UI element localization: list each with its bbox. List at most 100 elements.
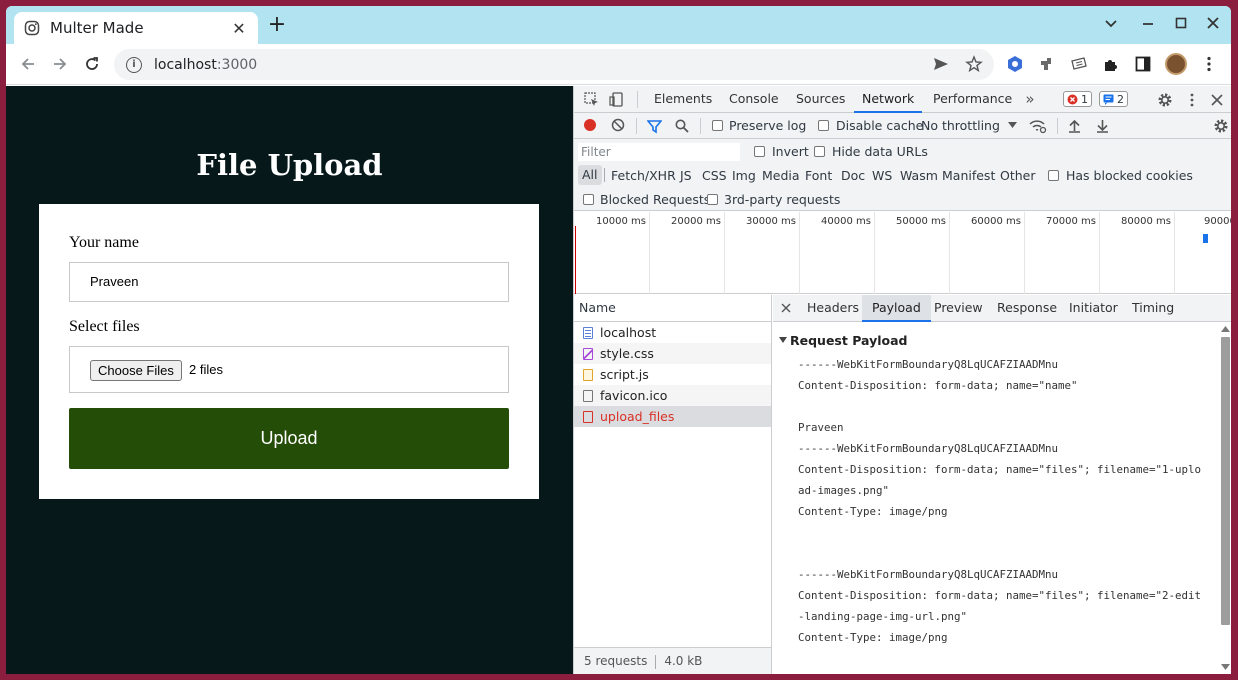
close-detail-icon[interactable] [780, 302, 792, 314]
maximize-icon[interactable] [1172, 16, 1190, 34]
tab-preview[interactable]: Preview [934, 295, 983, 322]
third-party-checkbox[interactable] [707, 194, 718, 205]
hide-data-urls-checkbox[interactable] [814, 146, 825, 157]
send-icon[interactable] [932, 55, 950, 77]
filter-type-other[interactable]: Other [1000, 168, 1036, 183]
avatar[interactable] [1165, 53, 1187, 75]
tick-line [1174, 212, 1175, 294]
chevron-down-icon[interactable] [1102, 16, 1120, 34]
filter-type-css[interactable]: CSS [702, 168, 727, 183]
divider [700, 118, 701, 134]
info-icon[interactable]: i [126, 56, 142, 73]
error-count: 1 [1081, 92, 1088, 106]
device-toolbar-icon[interactable] [608, 91, 624, 107]
inspect-element-icon[interactable] [583, 91, 599, 107]
back-icon[interactable] [17, 53, 39, 75]
filter-type-media[interactable]: Media [762, 168, 800, 183]
network-settings-icon[interactable] [1212, 117, 1229, 134]
bookmark-star-icon[interactable] [965, 55, 983, 77]
tick-label: 40000 ms [821, 216, 871, 227]
preserve-log-checkbox[interactable] [712, 120, 723, 131]
request-row-style-css[interactable]: style.css [574, 343, 771, 364]
request-row-script-js[interactable]: script.js [574, 364, 771, 385]
import-har-icon[interactable] [1067, 118, 1081, 134]
tab-sources[interactable]: Sources [796, 86, 845, 113]
tick-label: 90000 [1204, 216, 1231, 227]
payload-line: Praveen [798, 421, 844, 434]
tab-response[interactable]: Response [997, 295, 1057, 322]
request-row-upload-files[interactable]: upload_files [574, 406, 771, 427]
kebab-menu-icon[interactable] [1199, 54, 1219, 74]
filter-type-ws[interactable]: WS [872, 168, 892, 183]
tab-performance[interactable]: Performance [933, 86, 1012, 113]
close-icon[interactable]: ✕ [230, 19, 248, 38]
timeline-overview[interactable]: 10000 ms 20000 ms 30000 ms 40000 ms 5000… [574, 212, 1231, 294]
triangle-down-icon[interactable] [779, 336, 787, 344]
filter-type-img[interactable]: Img [732, 168, 756, 183]
settings-gear-icon[interactable] [1156, 91, 1173, 108]
timeline-start-marker [575, 226, 576, 294]
filter-type-wasm[interactable]: Wasm [900, 168, 938, 183]
tab-headers[interactable]: Headers [807, 295, 859, 322]
files-label: Select files [69, 318, 140, 335]
filter-type-all[interactable]: All [578, 165, 602, 185]
minimize-icon[interactable] [1139, 16, 1157, 34]
filter-type-font[interactable]: Font [805, 168, 832, 183]
filter-input[interactable]: Filter [578, 143, 740, 161]
close-window-icon[interactable] [1204, 16, 1222, 34]
new-tab-icon[interactable]: + [266, 14, 288, 36]
tab-console[interactable]: Console [729, 86, 779, 113]
forward-icon[interactable] [49, 53, 71, 75]
upload-button[interactable]: Upload [69, 408, 509, 469]
browser-tab[interactable]: Multer Made ✕ [14, 12, 258, 44]
scroll-down-icon[interactable] [1221, 664, 1230, 670]
choose-files-button[interactable]: Choose Files [90, 360, 182, 381]
caret-down-icon[interactable] [1006, 119, 1018, 131]
record-icon[interactable] [583, 118, 597, 132]
filter-type-doc[interactable]: Doc [841, 168, 865, 183]
network-conditions-icon[interactable] [1029, 117, 1047, 134]
tab-timing[interactable]: Timing [1132, 295, 1174, 322]
request-row-localhost[interactable]: localhost [574, 322, 771, 343]
filter-type-js[interactable]: JS [680, 168, 692, 183]
url-port: :3000 [216, 56, 258, 73]
tab-initiator[interactable]: Initiator [1069, 295, 1118, 322]
tab-elements[interactable]: Elements [654, 86, 712, 113]
reload-icon[interactable] [81, 53, 103, 75]
address-bar[interactable]: i localhost:3000 [114, 49, 994, 80]
throttling-select[interactable]: No throttling [921, 118, 1000, 133]
payload-scrollbar[interactable] [1220, 325, 1230, 671]
devtools-menu-icon[interactable] [1185, 91, 1199, 108]
name-input[interactable]: Praveen [69, 262, 509, 302]
extensions-puzzle-icon[interactable] [1101, 54, 1121, 74]
tab-payload[interactable]: Payload [862, 295, 931, 322]
clear-icon[interactable] [611, 118, 625, 132]
search-icon[interactable] [674, 118, 690, 134]
close-devtools-icon[interactable] [1209, 91, 1225, 108]
request-row-favicon[interactable]: favicon.ico [574, 385, 771, 406]
extension-blue-icon[interactable] [1005, 54, 1025, 74]
name-column-header[interactable]: Name [574, 295, 771, 322]
scroll-up-icon[interactable] [1221, 326, 1230, 332]
payload-line: Content-Disposition: form-data; name="fi… [798, 463, 1202, 476]
invert-checkbox[interactable] [754, 146, 765, 157]
message-badge[interactable]: 2 [1099, 91, 1128, 107]
side-panel-icon[interactable] [1133, 54, 1153, 74]
name-input-value: Praveen [90, 274, 139, 289]
export-har-icon[interactable] [1095, 118, 1109, 134]
has-blocked-cookies-checkbox[interactable] [1048, 170, 1059, 181]
error-badge[interactable]: 1 [1063, 91, 1092, 107]
more-tabs-icon[interactable]: » [1023, 90, 1037, 108]
blocked-requests-checkbox[interactable] [583, 194, 594, 205]
filter-icon[interactable] [646, 118, 662, 134]
tick-label: 80000 ms [1121, 216, 1171, 227]
tick-line [724, 212, 725, 294]
filter-type-fetch[interactable]: Fetch/XHR [611, 168, 676, 183]
disable-cache-checkbox[interactable] [818, 120, 829, 131]
tab-network[interactable]: Network [854, 86, 923, 113]
scroll-thumb[interactable] [1221, 337, 1230, 625]
filter-type-manifest[interactable]: Manifest [942, 168, 995, 183]
extension-puzzle-grey-icon[interactable] [1037, 54, 1057, 74]
extension-ticket-icon[interactable] [1069, 54, 1089, 74]
tick-line [649, 212, 650, 294]
